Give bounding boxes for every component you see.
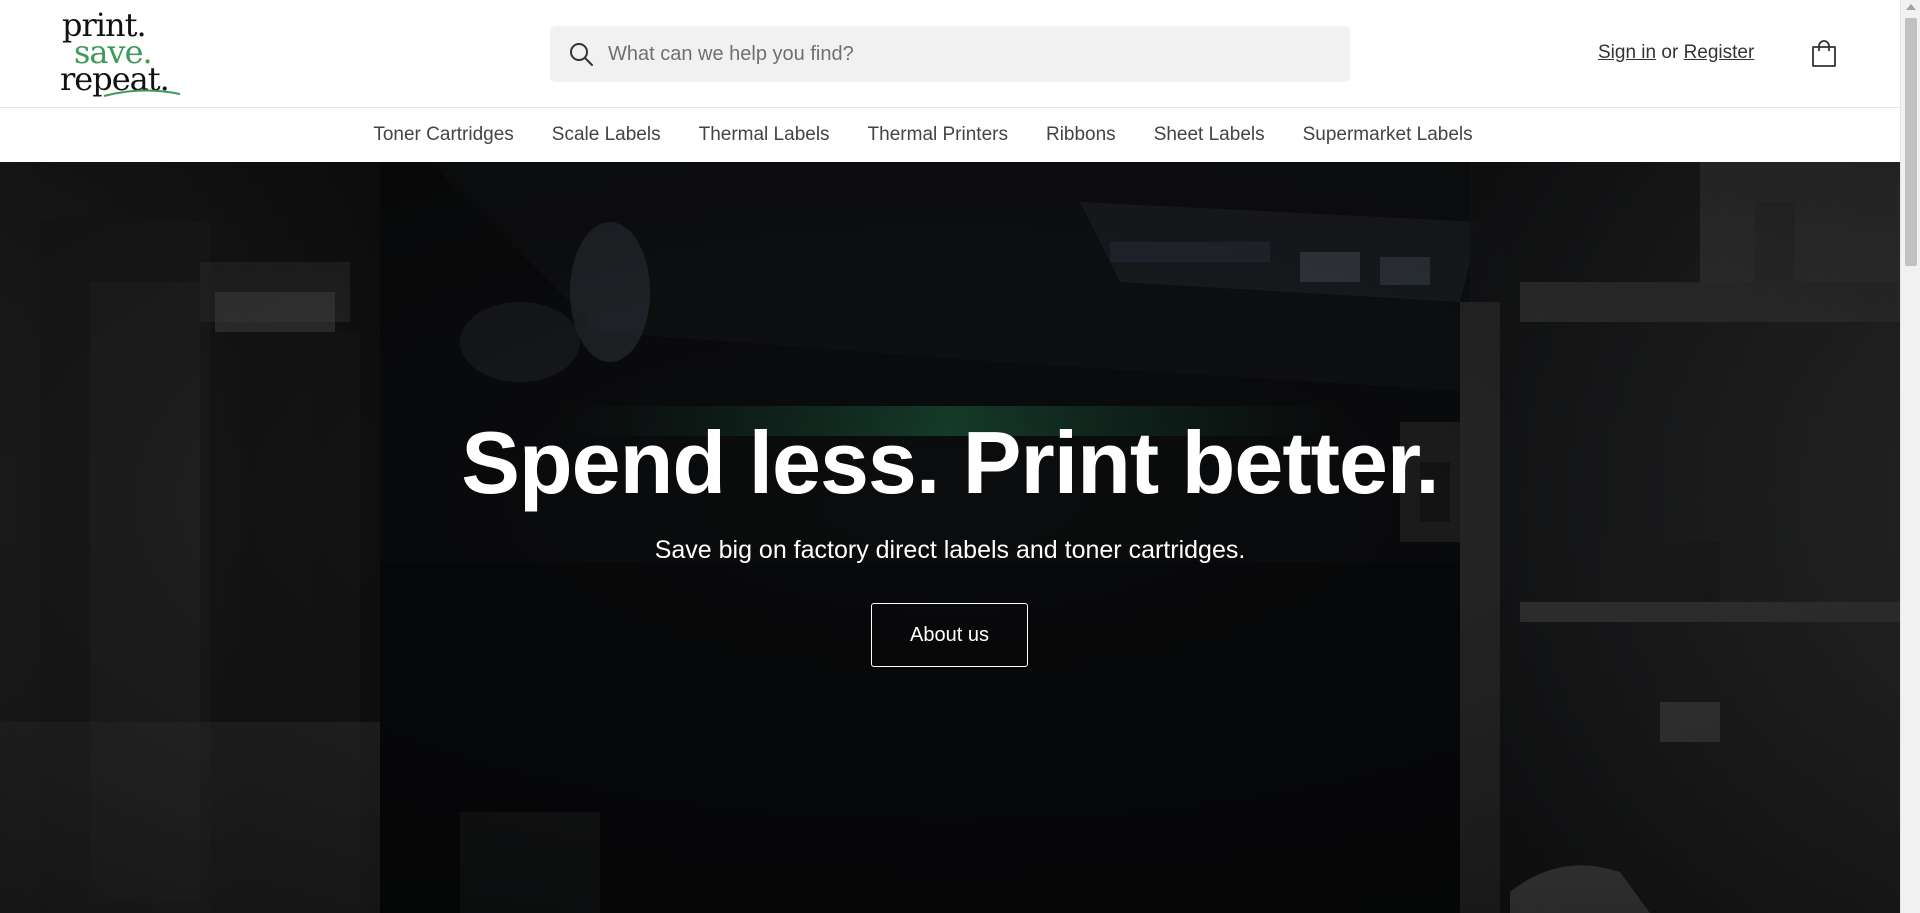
about-us-button[interactable]: About us — [871, 603, 1028, 667]
hero-subtitle: Save big on factory direct labels and to… — [654, 536, 1246, 564]
swoosh-icon — [103, 89, 181, 97]
or-text: or — [1661, 42, 1679, 63]
logo[interactable]: print. save. repeat. — [60, 9, 192, 100]
search-input[interactable] — [608, 42, 1308, 66]
register-link[interactable]: Register — [1684, 42, 1755, 63]
page: print. save. repeat. Sign in or Register — [0, 0, 1920, 913]
hero-content: Spend less. Print better. Save big on fa… — [0, 162, 1900, 913]
scroll-up-arrow-icon[interactable] — [1906, 4, 1916, 10]
scrollbar-thumb[interactable] — [1905, 18, 1917, 266]
account-links: Sign in or Register — [1598, 42, 1754, 64]
nav-item-thermal-printers[interactable]: Thermal Printers — [849, 124, 1027, 146]
shopping-bag-icon — [1812, 40, 1836, 67]
nav-item-toner-cartridges[interactable]: Toner Cartridges — [354, 124, 532, 146]
hero-title: Spend less. Print better. — [461, 413, 1440, 512]
nav-item-supermarket-labels[interactable]: Supermarket Labels — [1284, 124, 1492, 146]
vertical-scrollbar[interactable] — [1900, 0, 1920, 913]
nav-list: Toner Cartridges Scale Labels Thermal La… — [354, 124, 1491, 146]
hero-banner: Spend less. Print better. Save big on fa… — [0, 162, 1900, 913]
sign-in-link[interactable]: Sign in — [1598, 42, 1656, 63]
cart-button[interactable] — [1808, 38, 1840, 70]
nav-item-scale-labels[interactable]: Scale Labels — [533, 124, 680, 146]
nav-item-sheet-labels[interactable]: Sheet Labels — [1135, 124, 1284, 146]
nav-item-ribbons[interactable]: Ribbons — [1027, 124, 1135, 146]
site-header: print. save. repeat. Sign in or Register — [0, 0, 1900, 108]
nav-item-thermal-labels[interactable]: Thermal Labels — [680, 124, 849, 146]
search-icon[interactable] — [566, 39, 596, 69]
main-nav: Toner Cartridges Scale Labels Thermal La… — [0, 108, 1900, 162]
search-bar[interactable] — [550, 26, 1350, 82]
